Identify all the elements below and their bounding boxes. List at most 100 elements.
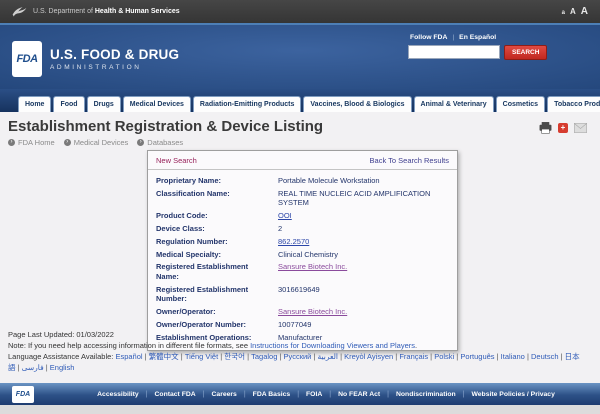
- row-label: Classification Name:: [156, 189, 278, 208]
- nav-tab-home[interactable]: Home: [18, 96, 51, 112]
- agency-line2: ADMINISTRATION: [50, 64, 179, 71]
- row-label: Regulation Number:: [156, 237, 278, 247]
- language-link-deutsch[interactable]: Deutsch: [531, 352, 559, 361]
- page-action-icons: +: [539, 122, 587, 134]
- footer-link-fda-basics[interactable]: FDA Basics: [253, 391, 291, 398]
- language-assistance: Language Assistance Available: Español |…: [8, 352, 586, 374]
- email-icon[interactable]: [574, 123, 587, 133]
- row-value: 2: [278, 224, 449, 234]
- panel-body: Proprietary Name:Portable Molecule Works…: [148, 170, 457, 350]
- language-link-14[interactable]: فارسی: [22, 363, 44, 372]
- table-row: Medical Specialty:Clinical Chemistry: [156, 248, 449, 261]
- footer-link-no-fear-act[interactable]: No FEAR Act: [338, 391, 380, 398]
- language-link-5[interactable]: Русский: [284, 352, 312, 361]
- hhs-top-bar: U.S. Department of Health & Human Servic…: [0, 0, 600, 23]
- breadcrumb-item-databases[interactable]: ›Databases: [137, 138, 183, 147]
- footer-link-foia[interactable]: FOIA: [306, 391, 322, 398]
- language-link-3[interactable]: 한국어: [224, 352, 245, 361]
- page-title: Establishment Registration & Device List…: [8, 118, 592, 135]
- footer-link-nondiscrimination[interactable]: Nondiscrimination: [396, 391, 456, 398]
- footer-link-separator: |: [329, 391, 331, 398]
- row-label: Registered Establishment Name:: [156, 262, 278, 281]
- language-link-1[interactable]: 繁體中文: [149, 352, 179, 361]
- row-value-link[interactable]: OOI: [278, 211, 292, 220]
- row-value: Clinical Chemistry: [278, 250, 449, 260]
- new-search-link[interactable]: New Search: [156, 156, 197, 165]
- footer-link-separator: |: [387, 391, 389, 398]
- row-value-link[interactable]: Sansure Biotech Inc.: [278, 262, 347, 271]
- follow-fda-link[interactable]: Follow FDA: [410, 34, 447, 41]
- language-link-espa-ol[interactable]: Español: [115, 352, 142, 361]
- breadcrumb-label: Databases: [147, 138, 183, 147]
- footer-link-careers[interactable]: Careers: [212, 391, 237, 398]
- language-link-ti-ng-vi-t[interactable]: Tiếng Việt: [185, 352, 218, 361]
- nav-tab-radiation-emitting-products[interactable]: Radiation-Emitting Products: [193, 96, 302, 112]
- breadcrumb-bullet-icon: ›: [64, 139, 71, 146]
- breadcrumb-item-medical-devices[interactable]: ›Medical Devices: [64, 138, 129, 147]
- row-label: Proprietary Name:: [156, 176, 278, 186]
- row-value: Sansure Biotech Inc.: [278, 307, 449, 317]
- header-links: Follow FDA | En Español: [410, 34, 542, 41]
- footer-link-website-policies-privacy[interactable]: Website Policies / Privacy: [471, 391, 554, 398]
- breadcrumb-item-fda-home[interactable]: ›FDA Home: [8, 138, 55, 147]
- file-formats-note: Note: If you need help accessing informa…: [8, 341, 586, 352]
- nav-tab-cosmetics[interactable]: Cosmetics: [496, 96, 545, 112]
- language-link-italiano[interactable]: Italiano: [501, 352, 525, 361]
- language-link-polski[interactable]: Polski: [434, 352, 454, 361]
- back-to-search-results-link[interactable]: Back To Search Results: [370, 156, 449, 165]
- print-icon[interactable]: [539, 122, 552, 134]
- font-size-medium-button[interactable]: A: [570, 7, 576, 16]
- nav-tab-animal-veterinary[interactable]: Animal & Veterinary: [414, 96, 494, 112]
- row-value: Portable Molecule Workstation: [278, 176, 449, 186]
- nav-tab-vaccines-blood-biologics[interactable]: Vaccines, Blood & Biologics: [303, 96, 411, 112]
- note-suffix: .: [415, 341, 417, 350]
- row-value-link[interactable]: 862.2570: [278, 237, 309, 246]
- table-row: Owner/Operator:Sansure Biotech Inc.: [156, 306, 449, 319]
- language-link-english[interactable]: English: [50, 363, 75, 372]
- row-label: Medical Specialty:: [156, 250, 278, 260]
- en-espanol-link[interactable]: En Español: [459, 34, 496, 41]
- row-value: 10077049: [278, 320, 449, 330]
- breadcrumb: ›FDA Home›Medical Devices›Databases: [8, 138, 592, 147]
- language-link-tagalog[interactable]: Tagalog: [251, 352, 277, 361]
- fda-logo[interactable]: FDA: [12, 41, 42, 77]
- language-link-6[interactable]: العربية: [318, 352, 339, 361]
- font-size-large-button[interactable]: A: [581, 6, 588, 17]
- footer-link-accessibility[interactable]: Accessibility: [97, 391, 139, 398]
- table-row: Registered Establishment Name:Sansure Bi…: [156, 261, 449, 283]
- row-label: Registered Establishment Number:: [156, 285, 278, 304]
- language-link-fran-ais[interactable]: Français: [399, 352, 428, 361]
- search-button[interactable]: SEARCH: [504, 45, 547, 60]
- footer-link-separator: |: [244, 391, 246, 398]
- nav-tab-food[interactable]: Food: [53, 96, 84, 112]
- nav-tab-tobacco-products[interactable]: Tobacco Products: [547, 96, 600, 112]
- row-value-link[interactable]: Sansure Biotech Inc.: [278, 307, 347, 316]
- fda-header: FDA U.S. FOOD & DRUG ADMINISTRATION Foll…: [0, 23, 600, 89]
- hhs-branding[interactable]: U.S. Department of Health & Human Servic…: [12, 5, 180, 18]
- footer-link-separator: |: [203, 391, 205, 398]
- nav-tab-drugs[interactable]: Drugs: [87, 96, 121, 112]
- hhs-eagle-icon: [12, 5, 27, 18]
- row-value: OOI: [278, 211, 449, 221]
- footer-link-separator: |: [463, 391, 465, 398]
- footer-fda-logo[interactable]: FDA: [12, 386, 34, 403]
- search-input[interactable]: [408, 45, 500, 59]
- primary-nav: HomeFoodDrugsMedical DevicesRadiation-Em…: [0, 89, 600, 112]
- breadcrumb-bullet-icon: ›: [137, 139, 144, 146]
- header-links-divider: |: [452, 34, 454, 41]
- panel-header: New Search Back To Search Results: [148, 151, 457, 170]
- font-size-small-button[interactable]: a: [562, 10, 565, 16]
- note-prefix: Note: If you need help accessing informa…: [8, 341, 250, 350]
- header-utilities: Follow FDA | En Español SEARCH: [408, 34, 542, 60]
- language-link-krey-l-ayisyen[interactable]: Kreyòl Ayisyen: [344, 352, 393, 361]
- viewers-players-link[interactable]: Instructions for Downloading Viewers and…: [250, 341, 415, 350]
- footer-fda-logo-text: FDA: [16, 391, 30, 398]
- row-label: Owner/Operator Number:: [156, 320, 278, 330]
- footer-link-contact-fda[interactable]: Contact FDA: [155, 391, 196, 398]
- share-icon[interactable]: +: [558, 123, 568, 133]
- language-link-portugu-s[interactable]: Português: [460, 352, 494, 361]
- hhs-department-text: U.S. Department of Health & Human Servic…: [33, 8, 180, 15]
- nav-tab-medical-devices[interactable]: Medical Devices: [123, 96, 191, 112]
- bottom-strip: [0, 405, 600, 414]
- breadcrumb-bullet-icon: ›: [8, 139, 15, 146]
